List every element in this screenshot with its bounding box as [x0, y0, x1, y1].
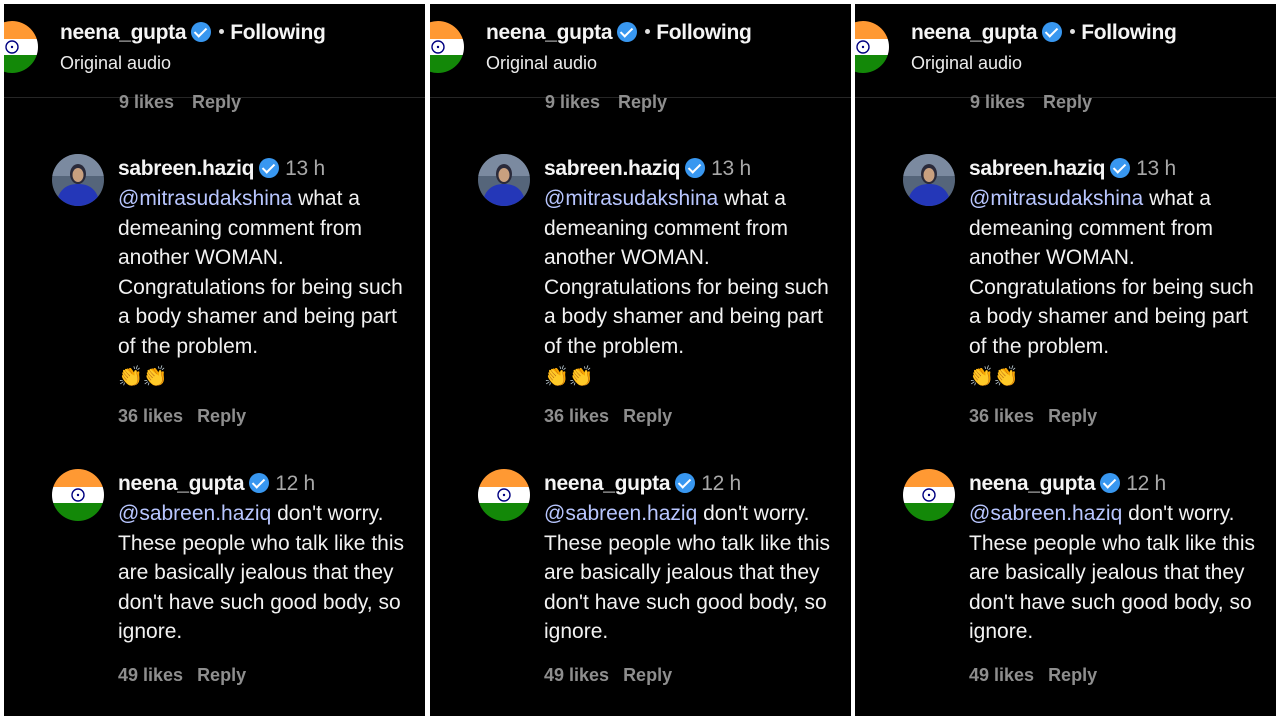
clapping-hands-emoji: 👏👏 — [544, 365, 594, 388]
india-flag-avatar[interactable] — [4, 21, 38, 73]
comment-body: what a demeaning comment from another WO… — [544, 187, 829, 358]
mention-link[interactable]: @sabreen.haziq — [544, 502, 697, 525]
separator-dot — [1070, 29, 1076, 34]
partial-comment-footer: 9 likes Reply — [545, 92, 685, 113]
verified-badge-icon — [617, 22, 638, 42]
user-avatar[interactable] — [903, 154, 955, 206]
original-audio-link[interactable]: Original audio — [60, 53, 171, 74]
comment-text: @mitrasudakshina what a demeaning commen… — [969, 184, 1269, 392]
mention-link[interactable]: @sabreen.haziq — [969, 502, 1122, 525]
comment-time: 12 h — [701, 472, 741, 495]
clapping-hands-emoji: 👏👏 — [118, 365, 168, 388]
comment-text: @mitrasudakshina what a demeaning commen… — [118, 184, 418, 392]
comment-text: @sabreen.haziq don't worry. These people… — [544, 499, 844, 647]
post-header: neena_gupta Following Original audio — [4, 4, 425, 98]
post-header: neena_gupta Following Original audio — [855, 4, 1276, 98]
mention-link[interactable]: @mitrasudakshina — [969, 187, 1143, 210]
original-audio-link[interactable]: Original audio — [911, 53, 1022, 74]
likes-count[interactable]: 49 likes — [969, 665, 1034, 685]
reply-button[interactable]: Reply — [1043, 92, 1092, 112]
mention-link[interactable]: @sabreen.haziq — [118, 502, 271, 525]
comment-username[interactable]: sabreen.haziq — [544, 157, 680, 180]
india-flag-avatar[interactable] — [52, 469, 104, 521]
verified-badge-icon — [685, 158, 706, 178]
following-button[interactable]: Following — [656, 21, 752, 44]
header-username[interactable]: neena_gupta — [911, 21, 1038, 44]
india-flag-avatar[interactable] — [903, 469, 955, 521]
reply-button[interactable]: Reply — [197, 665, 246, 685]
verified-badge-icon — [259, 158, 280, 178]
comment-text: @mitrasudakshina what a demeaning commen… — [544, 184, 844, 392]
header-username[interactable]: neena_gupta — [60, 21, 187, 44]
reply-button[interactable]: Reply — [1048, 665, 1097, 685]
comment-body: what a demeaning comment from another WO… — [969, 187, 1254, 358]
india-flag-avatar[interactable] — [855, 21, 889, 73]
reply-button[interactable]: Reply — [623, 406, 672, 426]
verified-badge-icon — [1042, 22, 1063, 42]
comment-time: 12 h — [1126, 472, 1166, 495]
original-audio-link[interactable]: Original audio — [486, 53, 597, 74]
mention-link[interactable]: @mitrasudakshina — [118, 187, 292, 210]
user-avatar[interactable] — [52, 154, 104, 206]
comment-time: 12 h — [275, 472, 315, 495]
verified-badge-icon — [249, 473, 270, 493]
comment-time: 13 h — [285, 157, 325, 180]
likes-count[interactable]: 36 likes — [544, 406, 609, 426]
separator-dot — [219, 29, 225, 34]
comment-time: 13 h — [1136, 157, 1176, 180]
comment-username[interactable]: neena_gupta — [118, 472, 245, 495]
likes-count[interactable]: 9 likes — [970, 92, 1025, 112]
verified-badge-icon — [191, 22, 212, 42]
comment-username[interactable]: neena_gupta — [969, 472, 1096, 495]
likes-count[interactable]: 9 likes — [119, 92, 174, 112]
reply-button[interactable]: Reply — [197, 406, 246, 426]
comment-text: @sabreen.haziq don't worry. These people… — [118, 499, 418, 647]
following-button[interactable]: Following — [230, 21, 326, 44]
partial-comment-footer: 9 likes Reply — [970, 92, 1110, 113]
verified-badge-icon — [1100, 473, 1121, 493]
verified-badge-icon — [675, 473, 696, 493]
verified-badge-icon — [1110, 158, 1131, 178]
likes-count[interactable]: 36 likes — [118, 406, 183, 426]
india-flag-avatar[interactable] — [430, 21, 464, 73]
likes-count[interactable]: 49 likes — [544, 665, 609, 685]
comment-username[interactable]: sabreen.haziq — [118, 157, 254, 180]
user-avatar[interactable] — [478, 154, 530, 206]
clapping-hands-emoji: 👏👏 — [969, 365, 1019, 388]
reply-button[interactable]: Reply — [1048, 406, 1097, 426]
comment-username[interactable]: neena_gupta — [544, 472, 671, 495]
comment-text: @sabreen.haziq don't worry. These people… — [969, 499, 1269, 647]
likes-count[interactable]: 9 likes — [545, 92, 600, 112]
reply-button[interactable]: Reply — [192, 92, 241, 112]
partial-comment-footer: 9 likes Reply — [119, 92, 259, 113]
mention-link[interactable]: @mitrasudakshina — [544, 187, 718, 210]
header-username[interactable]: neena_gupta — [486, 21, 613, 44]
comments-panel: neena_gupta Following Original audio 9 li… — [855, 4, 1276, 716]
comment-body: what a demeaning comment from another WO… — [118, 187, 403, 358]
comments-panel: neena_gupta Following Original audio 9 li… — [4, 4, 425, 716]
following-button[interactable]: Following — [1081, 21, 1177, 44]
comment-time: 13 h — [711, 157, 751, 180]
likes-count[interactable]: 49 likes — [118, 665, 183, 685]
comments-panel: neena_gupta Following Original audio 9 li… — [430, 4, 851, 716]
post-header: neena_gupta Following Original audio — [430, 4, 851, 98]
reply-button[interactable]: Reply — [623, 665, 672, 685]
india-flag-avatar[interactable] — [478, 469, 530, 521]
comment-username[interactable]: sabreen.haziq — [969, 157, 1105, 180]
reply-button[interactable]: Reply — [618, 92, 667, 112]
separator-dot — [645, 29, 651, 34]
likes-count[interactable]: 36 likes — [969, 406, 1034, 426]
